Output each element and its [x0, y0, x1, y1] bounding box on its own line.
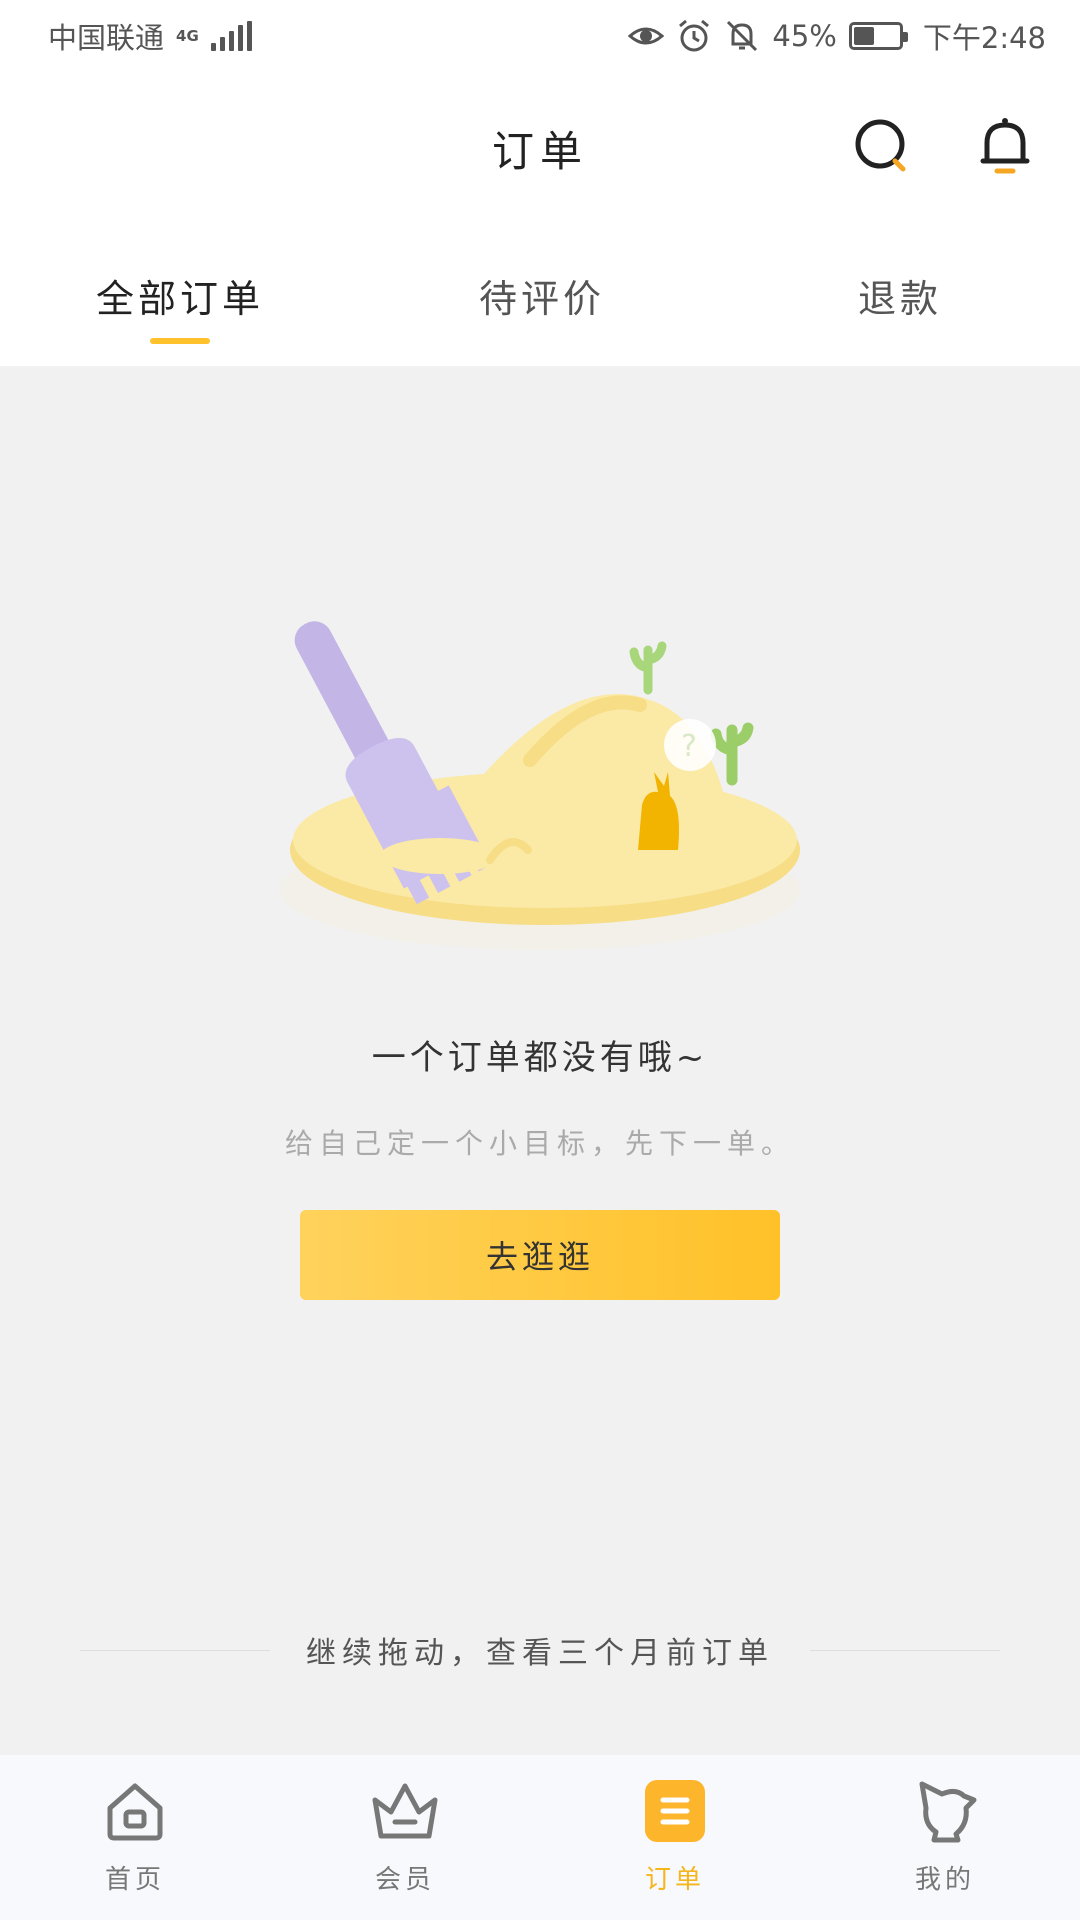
eye-icon	[628, 27, 665, 45]
tab-pending-review[interactable]: 待评价	[412, 268, 672, 323]
nav-label-member: 会员	[374, 1865, 435, 1895]
nav-item-home[interactable]: 首页	[0, 1755, 270, 1920]
network-type: 4G	[176, 27, 199, 45]
nav-item-profile[interactable]: 我的	[810, 1755, 1080, 1920]
history-hint-text: 继续拖动，查看三个月前订单	[306, 1636, 774, 1671]
signal-icon	[210, 21, 252, 51]
notification-button[interactable]	[970, 112, 1040, 182]
search-button[interactable]	[848, 112, 918, 182]
order-tabs: 全部订单 待评价 退款	[0, 220, 1080, 366]
empty-orders-illustration: ?	[280, 621, 800, 950]
nav-item-orders[interactable]: 订单	[540, 1755, 810, 1920]
crown-icon	[369, 1775, 441, 1847]
active-tab-indicator	[150, 338, 210, 344]
status-bar: 中国联通 4G 45% 下午2:48	[0, 0, 1080, 72]
nav-item-member[interactable]: 会员	[270, 1755, 540, 1920]
nav-label-orders: 订单	[644, 1865, 705, 1895]
history-hint: 继续拖动，查看三个月前订单	[80, 1630, 1000, 1671]
battery-percent: 45%	[772, 19, 837, 53]
tab-refund[interactable]: 退款	[770, 268, 1030, 323]
empty-state-subtitle: 给自己定一个小目标，先下一单。	[284, 1127, 795, 1160]
carrier-name: 中国联通	[48, 21, 165, 55]
divider-right	[810, 1649, 1000, 1651]
tab-all-orders[interactable]: 全部订单	[50, 268, 310, 323]
status-left: 中国联通 4G	[48, 15, 252, 57]
nav-label-profile: 我的	[914, 1865, 975, 1895]
alarm-icon	[679, 19, 710, 52]
browse-button[interactable]: 去逛逛	[300, 1210, 780, 1300]
order-icon	[639, 1775, 711, 1847]
profile-icon	[909, 1775, 981, 1847]
mute-bell-icon	[727, 20, 758, 52]
home-icon	[99, 1775, 171, 1847]
status-right: 45% 下午2:48	[628, 15, 1046, 57]
bottom-navigation: 首页 会员 订单 我的	[0, 1755, 1080, 1920]
page-title: 订单	[491, 127, 588, 176]
bell-icon	[980, 118, 1030, 174]
search-icon	[855, 119, 906, 172]
app-header: 订单	[0, 72, 1080, 220]
empty-state-title: 一个订单都没有哦~	[371, 1038, 709, 1078]
divider-left	[80, 1649, 270, 1651]
battery-icon	[848, 22, 908, 50]
svg-text:?: ?	[681, 729, 697, 764]
nav-label-home: 首页	[104, 1865, 165, 1895]
clock: 下午2:48	[922, 21, 1046, 55]
